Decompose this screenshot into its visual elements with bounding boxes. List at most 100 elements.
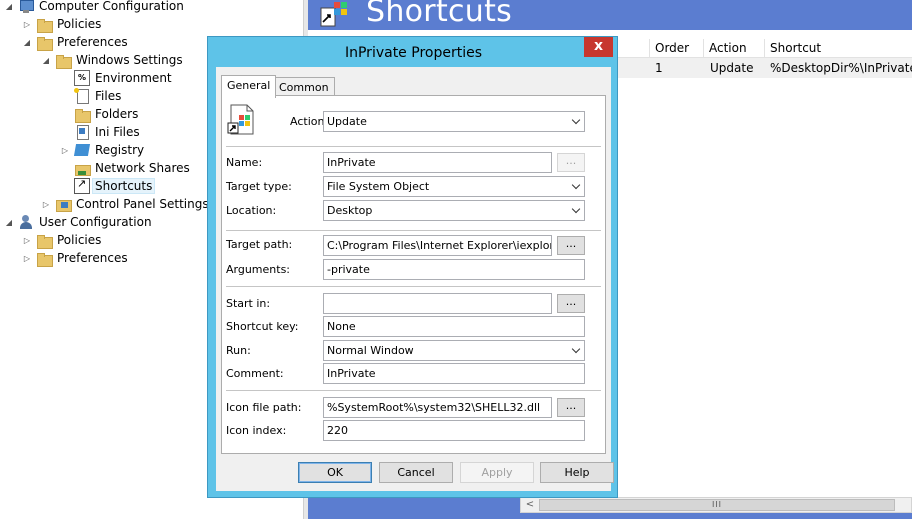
tree-item-user-configuration[interactable]: ◢ User Configuration: [4, 213, 154, 231]
folder-icon: [36, 250, 53, 267]
control-panel-icon: [55, 196, 72, 212]
tree-item-preferences[interactable]: ◢ Preferences: [22, 33, 130, 51]
shortcut-document-icon: [227, 104, 254, 135]
icon-file-browse-button[interactable]: ...: [557, 398, 585, 417]
collapse-arrow-icon[interactable]: ◢: [22, 38, 32, 47]
shortcut-app-icon: [320, 2, 347, 27]
network-share-icon: [74, 160, 91, 176]
apply-button[interactable]: Apply: [460, 462, 534, 483]
column-header-shortcut[interactable]: Shortcut: [764, 39, 912, 58]
expand-arrow-icon[interactable]: ▷: [60, 146, 70, 155]
collapse-arrow-icon[interactable]: ◢: [41, 56, 51, 65]
dialog-body: General Common Action: Update Name: InPr…: [216, 67, 614, 491]
expand-arrow-icon[interactable]: ▷: [22, 20, 32, 29]
location-dropdown[interactable]: Desktop: [323, 200, 585, 221]
folder-icon: [36, 232, 53, 249]
icon-file-path-label: Icon file path:: [226, 401, 302, 414]
name-browse-button[interactable]: ...: [557, 153, 585, 172]
comment-field[interactable]: InPrivate: [323, 363, 585, 384]
general-tab-panel: Action: Update Name: InPrivate ... Targe…: [221, 95, 606, 454]
column-header-order[interactable]: Order: [649, 39, 703, 58]
tree-item-network-shares[interactable]: Network Shares: [60, 159, 192, 177]
start-in-label: Start in:: [226, 297, 271, 310]
divider: [226, 390, 601, 391]
ok-button[interactable]: OK: [298, 462, 372, 483]
divider: [226, 230, 601, 231]
target-type-dropdown[interactable]: File System Object: [323, 176, 585, 197]
divider: [226, 146, 601, 147]
name-field[interactable]: InPrivate: [323, 152, 552, 173]
page-title: Shortcuts: [366, 0, 513, 29]
registry-icon: [74, 142, 90, 158]
action-dropdown[interactable]: Update: [323, 111, 585, 132]
tree-item-user-preferences[interactable]: ▷ Preferences: [22, 249, 130, 267]
tab-general[interactable]: General: [221, 75, 277, 98]
shortcut-icon: [74, 177, 90, 194]
tree-item-shortcuts[interactable]: Shortcuts: [60, 177, 156, 195]
tree-item-ini-files[interactable]: Ini Files: [60, 123, 142, 141]
folder-open-icon: [55, 52, 72, 69]
tree-item-label: Files: [95, 89, 122, 103]
tree-item-label: Preferences: [57, 35, 128, 49]
files-icon: [74, 88, 90, 104]
tree-item-registry[interactable]: ▷ Registry: [60, 141, 146, 159]
scroll-thumb[interactable]: III: [539, 499, 895, 511]
horizontal-scrollbar[interactable]: < III: [520, 497, 912, 513]
shortcut-key-label: Shortcut key:: [226, 320, 299, 333]
tree-item-label: Policies: [57, 233, 102, 247]
collapse-arrow-icon[interactable]: ◢: [4, 218, 14, 227]
tree-item-label: Computer Configuration: [39, 0, 184, 13]
ini-file-icon: [74, 124, 90, 140]
scroll-left-icon[interactable]: <: [523, 498, 537, 512]
start-in-browse-button[interactable]: ...: [557, 294, 585, 313]
folders-icon: [74, 106, 91, 123]
target-path-label: Target path:: [226, 238, 293, 251]
tree-item-folders[interactable]: Folders: [60, 105, 140, 123]
folder-icon: [36, 16, 53, 33]
expand-arrow-icon[interactable]: ▷: [22, 254, 32, 263]
icon-file-path-field[interactable]: %SystemRoot%\system32\SHELL32.dll: [323, 397, 552, 418]
cancel-button[interactable]: Cancel: [379, 462, 453, 483]
tree-item-label: Preferences: [57, 251, 128, 265]
column-header-action[interactable]: Action: [703, 39, 764, 58]
name-label: Name:: [226, 156, 263, 169]
tree-item-policies[interactable]: ▷ Policies: [22, 15, 103, 33]
expand-arrow-icon[interactable]: ▷: [22, 236, 32, 245]
folder-open-icon: [36, 34, 53, 51]
help-button[interactable]: Help: [540, 462, 614, 483]
tree-item-label: Environment: [95, 71, 172, 85]
comment-label: Comment:: [226, 367, 284, 380]
expand-arrow-icon[interactable]: ▷: [41, 200, 51, 209]
close-button[interactable]: x: [584, 37, 613, 57]
target-path-field[interactable]: C:\Program Files\Internet Explorer\iexpl…: [323, 235, 552, 256]
tree-item-computer-configuration[interactable]: ◢ Computer Configuration: [4, 0, 186, 15]
target-path-browse-button[interactable]: ...: [557, 236, 585, 255]
tree-item-label: Folders: [95, 107, 139, 121]
tree-item-control-panel-settings[interactable]: ▷ Control Panel Settings: [41, 195, 211, 213]
arguments-label: Arguments:: [226, 263, 291, 276]
tree-item-label: Shortcuts: [91, 178, 156, 194]
icon-index-label: Icon index:: [226, 424, 287, 437]
run-label: Run:: [226, 344, 251, 357]
tree-item-windows-settings[interactable]: ◢ Windows Settings: [41, 51, 185, 69]
run-dropdown[interactable]: Normal Window: [323, 340, 585, 361]
cell-order: 1: [655, 61, 663, 75]
divider: [226, 286, 601, 287]
collapse-arrow-icon[interactable]: ◢: [4, 2, 14, 11]
properties-dialog: InPrivate Properties x General Common Ac…: [207, 36, 618, 498]
computer-icon: [18, 0, 34, 14]
target-type-label: Target type:: [226, 180, 292, 193]
icon-index-field[interactable]: 220: [323, 420, 585, 441]
cell-action: Update: [710, 61, 754, 75]
shortcut-key-field[interactable]: None: [323, 316, 585, 337]
tree-item-environment[interactable]: % Environment: [60, 69, 174, 87]
arguments-field[interactable]: -private: [323, 259, 585, 280]
cell-shortcut: %DesktopDir%\InPrivate: [770, 61, 912, 75]
tree-item-label: User Configuration: [39, 215, 152, 229]
tree-item-label: Control Panel Settings: [76, 197, 209, 211]
start-in-field[interactable]: [323, 293, 552, 314]
dialog-title: InPrivate Properties: [344, 45, 482, 61]
tree-item-user-policies[interactable]: ▷ Policies: [22, 231, 103, 249]
tree-item-label: Network Shares: [95, 161, 190, 175]
tree-item-files[interactable]: Files: [60, 87, 123, 105]
